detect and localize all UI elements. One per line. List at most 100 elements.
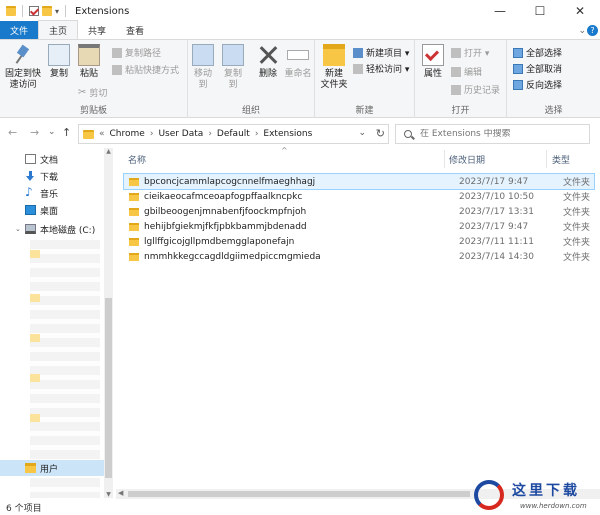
drive-icon: [25, 224, 36, 234]
table-row[interactable]: cieikaeocafmceoapfogpffaalkncpkc 2023/7/…: [124, 189, 594, 204]
clipboard-group-label: 剪贴板: [79, 106, 107, 116]
properties-button[interactable]: 属性: [419, 44, 447, 80]
column-divider[interactable]: [444, 150, 445, 168]
table-row[interactable]: lgllffgicojgllpmdbemgglaponefajn 2023/7/…: [124, 234, 594, 249]
scroll-up-icon[interactable]: ▲: [104, 148, 113, 155]
properties-quick-icon[interactable]: [29, 6, 39, 16]
table-row[interactable]: nmmhkkegccagdldgiimedpiccmgmieda 2023/7/…: [124, 249, 594, 264]
nav-item-desktop[interactable]: 桌面: [0, 202, 104, 218]
breadcrumb-extensions[interactable]: Extensions: [263, 129, 312, 139]
folder-icon: [129, 177, 139, 186]
column-header-name[interactable]: 名称: [128, 148, 146, 170]
new-item-button[interactable]: 新建项目 ▾: [353, 46, 409, 59]
easy-access-button[interactable]: 轻松访问 ▾: [353, 62, 409, 75]
select-all-label: 全部选择: [526, 49, 563, 59]
recent-locations-button[interactable]: ⌄: [48, 127, 56, 137]
ribbon-expand-icon[interactable]: ⌄: [578, 26, 586, 36]
select-none-button[interactable]: 全部取消: [513, 62, 562, 75]
folder-icon: [30, 250, 40, 258]
maximize-button[interactable]: ☐: [520, 0, 560, 22]
select-all-icon: [513, 47, 523, 58]
cut-button[interactable]: ✂ 剪切: [78, 86, 107, 99]
scrollbar-thumb[interactable]: [128, 491, 470, 497]
table-row[interactable]: gbilbeoogenjmnabenfjfoockmpfnjoh 2023/7/…: [124, 204, 594, 219]
nav-item-downloads[interactable]: 下载: [0, 168, 104, 184]
address-row: ← → ⌄ ↑ « Chrome › User Data › Default ›…: [0, 118, 600, 148]
copy-to-button[interactable]: 复制到: [220, 44, 246, 91]
nav-item-users[interactable]: 用户: [0, 460, 104, 476]
help-icon[interactable]: ?: [587, 25, 598, 36]
nav-item-label: 桌面: [40, 206, 59, 217]
nav-item-label: 音乐: [40, 189, 59, 200]
nav-item-documents[interactable]: 文档: [0, 151, 104, 167]
file-type: 文件夹: [563, 253, 591, 263]
tab-share[interactable]: 共享: [78, 21, 116, 39]
column-divider[interactable]: [546, 150, 547, 168]
copy-path-button[interactable]: 复制路径: [112, 46, 161, 59]
scroll-down-icon[interactable]: ▼: [104, 491, 113, 498]
table-row[interactable]: bpconcjcammlapcogcnnelfmaeghhagj 2023/7/…: [123, 173, 595, 190]
table-row[interactable]: hehijbfgiekmjfkfjpbkbammjbdenadd 2023/7/…: [124, 219, 594, 234]
customize-quick-access-icon[interactable]: ▾: [55, 7, 59, 16]
quick-access-toolbar: ▾: [0, 5, 69, 17]
up-button[interactable]: ↑: [62, 126, 71, 139]
new-folder-quick-icon[interactable]: [42, 6, 52, 16]
address-dropdown-icon[interactable]: ⌄: [358, 128, 366, 138]
rename-label: 重命名: [284, 69, 312, 79]
clipboard-group: 固定到快 速访问 复制 粘贴 复制路径 粘贴快捷方式 ✂ 剪切 剪贴板: [0, 40, 188, 118]
new-item-label: 新建项目 ▾: [366, 49, 410, 59]
tab-file[interactable]: 文件: [0, 21, 39, 39]
copy-button[interactable]: 复制: [46, 44, 72, 80]
open-icon: [451, 47, 461, 58]
file-type: 文件夹: [563, 223, 591, 233]
chevron-right-icon[interactable]: ›: [208, 129, 212, 139]
new-folder-button[interactable]: 新建 文件夹: [319, 44, 349, 91]
nav-item-music[interactable]: 音乐: [0, 185, 104, 201]
chevron-down-icon[interactable]: ⌄: [15, 225, 21, 233]
history-button[interactable]: 历史记录: [451, 83, 500, 96]
tab-view[interactable]: 查看: [116, 21, 154, 39]
folder-icon: [30, 294, 40, 302]
close-button[interactable]: ✕: [560, 0, 600, 22]
column-header-date[interactable]: 修改日期: [449, 148, 485, 170]
paste-button[interactable]: 粘贴: [76, 44, 102, 80]
column-header-type[interactable]: 类型: [552, 148, 570, 170]
search-box[interactable]: [395, 124, 590, 144]
file-name: nmmhkkegccagdldgiimedpiccmgmieda: [144, 251, 321, 262]
folder-icon: [129, 252, 139, 261]
edit-icon: [451, 66, 461, 77]
scroll-left-icon[interactable]: ◀: [118, 489, 123, 497]
folder-icon: [129, 207, 139, 216]
properties-label: 属性: [423, 69, 442, 79]
move-to-button[interactable]: 移动到: [190, 44, 216, 91]
minimize-button[interactable]: —: [480, 0, 520, 22]
delete-button[interactable]: 删除: [256, 44, 280, 80]
paste-shortcut-button[interactable]: 粘贴快捷方式: [112, 63, 179, 76]
divider: [65, 5, 67, 17]
tab-home[interactable]: 主页: [38, 20, 79, 39]
copy-icon: [48, 44, 70, 66]
scrollbar-thumb[interactable]: [105, 298, 112, 478]
refresh-icon[interactable]: ↻: [376, 127, 385, 140]
chevron-right-icon[interactable]: ›: [255, 129, 259, 139]
file-date: 2023/7/17 9:47: [459, 221, 529, 232]
paste-label: 粘贴: [79, 69, 98, 79]
back-button[interactable]: ←: [8, 126, 17, 139]
breadcrumb-default[interactable]: Default: [217, 129, 250, 139]
select-all-button[interactable]: 全部选择: [513, 46, 562, 59]
history-icon: [451, 84, 461, 95]
open-button[interactable]: 打开 ▾: [451, 46, 489, 59]
breadcrumb-user-data[interactable]: User Data: [158, 129, 203, 139]
forward-button[interactable]: →: [30, 126, 39, 139]
pin-quick-access-button[interactable]: 固定到快 速访问: [4, 44, 42, 91]
navigation-scrollbar[interactable]: ▲ ▼: [104, 148, 113, 498]
edit-button[interactable]: 编辑: [451, 65, 482, 78]
search-input[interactable]: [420, 129, 580, 139]
rename-button[interactable]: 重命名: [284, 44, 312, 80]
nav-item-local-disk-c[interactable]: ⌄ 本地磁盘 (C:): [0, 221, 104, 237]
breadcrumb-chrome[interactable]: Chrome: [110, 129, 145, 139]
invert-selection-button[interactable]: 反向选择: [513, 78, 562, 91]
address-overflow[interactable]: «: [99, 129, 105, 139]
chevron-right-icon[interactable]: ›: [150, 129, 154, 139]
address-bar[interactable]: « Chrome › User Data › Default › Extensi…: [78, 124, 389, 144]
